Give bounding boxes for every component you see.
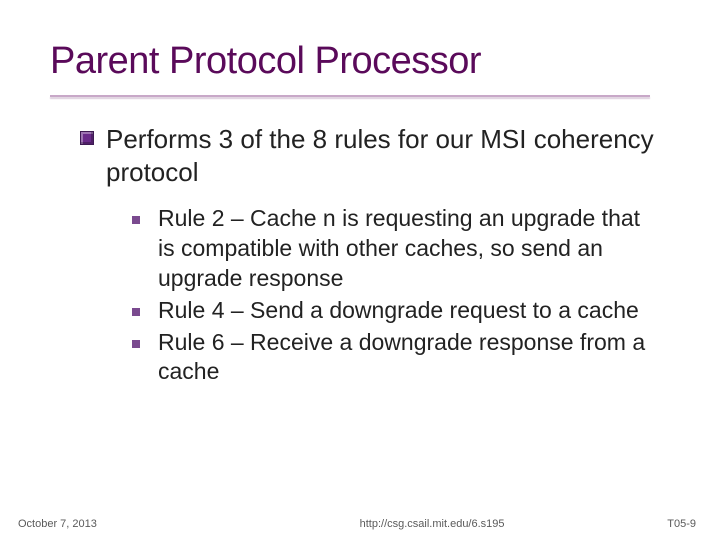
footer-url: http://csg.csail.mit.edu/6.s195: [97, 518, 667, 530]
footer-slide-number: T05-9: [667, 518, 696, 530]
footer-date: October 7, 2013: [18, 518, 97, 530]
bullet-level2: Rule 4 – Send a downgrade request to a c…: [132, 296, 660, 326]
bullet-level2-text: Rule 2 – Cache n is requesting an upgrad…: [158, 204, 660, 294]
square-bullet-icon: [132, 308, 140, 316]
square-bullet-icon: [132, 340, 140, 348]
slide-title: Parent Protocol Processor: [50, 40, 720, 83]
bullet-level2: Rule 2 – Cache n is requesting an upgrad…: [132, 204, 660, 294]
footer: October 7, 2013 http://csg.csail.mit.edu…: [0, 518, 720, 530]
bullet-level1-text: Performs 3 of the 8 rules for our MSI co…: [106, 123, 660, 188]
content-area: Performs 3 of the 8 rules for our MSI co…: [0, 97, 720, 387]
bullet-level2-text: Rule 6 – Receive a downgrade response fr…: [158, 328, 660, 388]
bullet-level2: Rule 6 – Receive a downgrade response fr…: [132, 328, 660, 388]
sub-bullets: Rule 2 – Cache n is requesting an upgrad…: [80, 200, 660, 387]
diamond-bullet-icon: [80, 131, 94, 145]
bullet-level2-text: Rule 4 – Send a downgrade request to a c…: [158, 296, 639, 326]
square-bullet-icon: [132, 216, 140, 224]
bullet-level1: Performs 3 of the 8 rules for our MSI co…: [80, 123, 660, 188]
slide: Parent Protocol Processor Performs 3 of …: [0, 0, 720, 540]
title-area: Parent Protocol Processor: [0, 0, 720, 91]
